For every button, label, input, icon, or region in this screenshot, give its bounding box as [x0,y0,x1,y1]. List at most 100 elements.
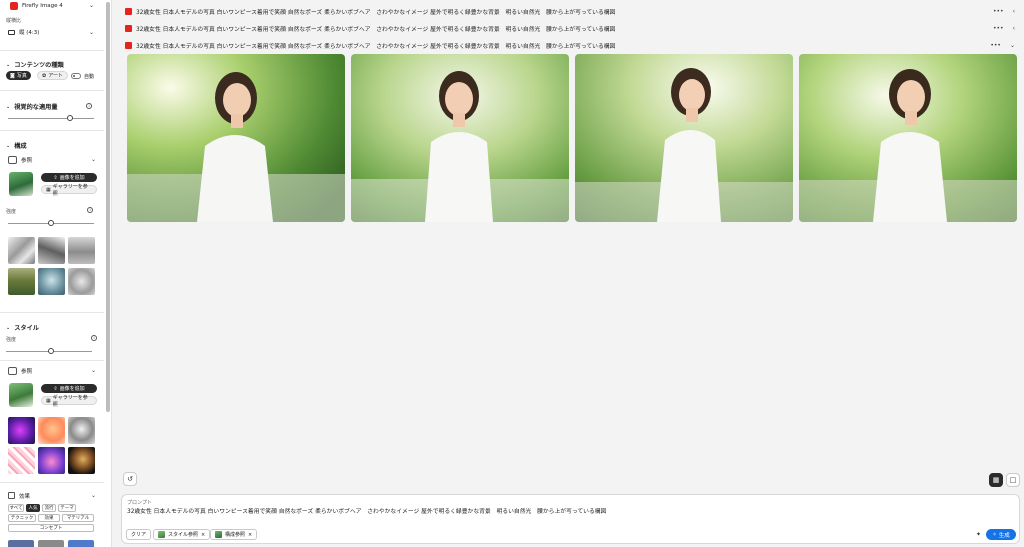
divider [0,360,104,361]
content-type-photo[interactable]: ◙ 写真 [6,71,31,80]
style-preset-thumbnail[interactable] [38,447,65,474]
chevron-left-icon[interactable]: ‹ [1013,25,1015,32]
upload-icon: ⇧ [53,385,58,392]
effects-icon [8,492,15,499]
effect-tag[interactable]: テーマ [58,504,76,512]
history-prompt-row[interactable]: 32歳女性 日本人モデルの写真 白いワンピース着用で笑顔 自然なポーズ 柔らかい… [125,40,1015,50]
style-preset-thumbnail[interactable] [38,417,65,444]
visual-intensity-header[interactable]: ⌄ 視覚的な適用量 [6,102,58,112]
content-type-art[interactable]: ✿ アート [37,71,68,80]
prompt-input[interactable]: 32歳女性 日本人モデルの写真 白いワンピース着用で笑顔 自然なポーズ 柔らかい… [127,506,606,515]
composition-reference-chip[interactable]: 構成参照 × [210,529,258,540]
more-options-icon[interactable]: ••• [993,8,1004,15]
effect-tag[interactable]: テクニック [8,514,36,522]
composition-preset-thumbnail[interactable] [8,268,35,295]
chevron-down-icon: ⌄ [90,492,96,499]
clear-button[interactable]: クリア [126,529,152,540]
history-prompt-text: 32歳女性 日本人モデルの写真 白いワンピース着用で笑顔 自然なポーズ 柔らかい… [136,9,616,16]
history-prompt-row[interactable]: 32歳女性 日本人モデルの写真 白いワンピース着用で笑顔 自然なポーズ 柔らかい… [125,6,1015,16]
style-preset-thumbnail[interactable] [8,447,35,474]
caret-down-icon: ⌄ [6,324,11,331]
history-icon: ↺ [127,475,133,483]
firefly-logo-icon [10,1,18,10]
model-select[interactable]: Firefly Image 4 ⌄ [10,1,94,10]
info-icon[interactable]: i [86,103,92,109]
reference-icon [8,155,17,164]
chevron-down-icon[interactable]: ⌄ [1010,42,1015,49]
aspect-select[interactable]: 縦 (4:3) ⌄ [8,27,94,37]
generate-button[interactable]: ✧ 生成 [986,529,1016,540]
style-preset-thumbnail[interactable] [68,417,95,444]
effect-tag[interactable]: 効果 [38,514,60,522]
composition-reference-row[interactable]: 参照 ⌄ [8,155,96,164]
grid-view-button[interactable]: ▦ [989,473,1003,487]
sidebar-scrollbar[interactable] [106,2,110,412]
info-icon[interactable]: i [91,335,97,341]
effect-tag[interactable]: コンセプト [8,524,94,532]
style-gallery-button[interactable]: ▦ ギャラリーを参照 [41,395,97,408]
slider-knob[interactable] [48,348,54,354]
generated-image[interactable] [799,54,1017,222]
single-view-button[interactable]: □ [1006,473,1020,487]
generated-image-picture [799,54,1017,222]
chevron-down-icon: ⌄ [90,367,96,374]
more-options-icon[interactable]: ••• [993,25,1004,32]
close-icon[interactable]: × [201,532,205,538]
history-button[interactable]: ↺ [123,472,137,486]
aspect-ratio-icon [8,29,15,35]
main-area: 32歳女性 日本人モデルの写真 白いワンピース着用で笑顔 自然なポーズ 柔らかい… [113,0,1024,547]
composition-strength-label: 強度 [6,209,17,215]
effect-tag[interactable]: 人気 [26,504,40,512]
effects-header[interactable]: 効果 ⌄ [8,491,96,500]
auto-toggle[interactable] [71,73,81,79]
close-icon[interactable]: × [248,532,252,538]
effect-preset-thumbnail[interactable] [68,540,94,547]
more-options-icon[interactable]: ••• [990,42,1001,49]
style-preset-thumbnail[interactable] [68,447,95,474]
style-reference-chip[interactable]: スタイル参照 × [153,529,211,540]
composition-reference-thumbnail [215,531,222,538]
generated-image-picture [127,54,345,222]
style-reference-row[interactable]: 参照 ⌄ [8,366,96,375]
effect-preset-thumbnail[interactable] [38,540,64,547]
composition-preset-thumbnail[interactable] [38,268,65,295]
generated-image[interactable] [575,54,793,222]
effect-tag[interactable]: すべて [8,504,24,512]
history-prompt-row[interactable]: 32歳女性 日本人モデルの写真 白いワンピース着用で笑顔 自然なポーズ 柔らかい… [125,23,1015,33]
composition-add-image-button[interactable]: ⇧ 画像を追加 [41,173,97,182]
style-header[interactable]: ⌄ スタイル [6,323,39,333]
generated-image[interactable] [127,54,345,222]
info-icon[interactable]: i [87,207,93,213]
visual-intensity-slider[interactable] [8,118,94,119]
generated-image[interactable] [351,54,569,222]
style-add-image-button[interactable]: ⇧ 画像を追加 [41,384,97,393]
credits-icon[interactable]: ✦ [976,531,981,538]
composition-preset-thumbnail[interactable] [38,237,65,264]
sparkle-icon: ✧ [992,531,997,538]
history-prompt-text: 32歳女性 日本人モデルの写真 白いワンピース着用で笑顔 自然なポーズ 柔らかい… [136,43,616,50]
effect-tag[interactable]: マテリアル [62,514,94,522]
effect-tag[interactable]: 流行 [42,504,56,512]
composition-header[interactable]: ⌄ 構成 [6,141,27,151]
composition-preset-thumbnail[interactable] [8,237,35,264]
composition-reference-thumbnail[interactable] [9,172,33,196]
composition-preset-thumbnail[interactable] [68,237,95,264]
slider-knob[interactable] [67,115,73,121]
slider-knob[interactable] [48,220,54,226]
chevron-left-icon[interactable]: ‹ [1013,8,1015,15]
firefly-logo-icon [125,7,132,15]
prompt-label: プロンプト [127,500,152,506]
history-prompt-text: 32歳女性 日本人モデルの写真 白いワンピース着用で笑顔 自然なポーズ 柔らかい… [136,26,616,33]
content-type-header[interactable]: ⌄ コンテンツの種類 [6,60,64,70]
style-preset-thumbnail[interactable] [8,417,35,444]
composition-preset-thumbnail[interactable] [68,268,95,295]
style-reference-thumbnail[interactable] [9,383,33,407]
caret-down-icon: ⌄ [6,61,11,68]
divider [0,50,104,51]
effect-preset-thumbnail[interactable] [8,540,34,547]
style-strength-label: 強度 [6,337,17,343]
composition-gallery-button[interactable]: ▦ ギャラリーを参照 [41,184,97,197]
divider [0,312,104,313]
aspect-value: 縦 (4:3) [19,30,40,36]
prompt-box[interactable]: プロンプト 32歳女性 日本人モデルの写真 白いワンピース着用で笑顔 自然なポー… [121,494,1020,544]
